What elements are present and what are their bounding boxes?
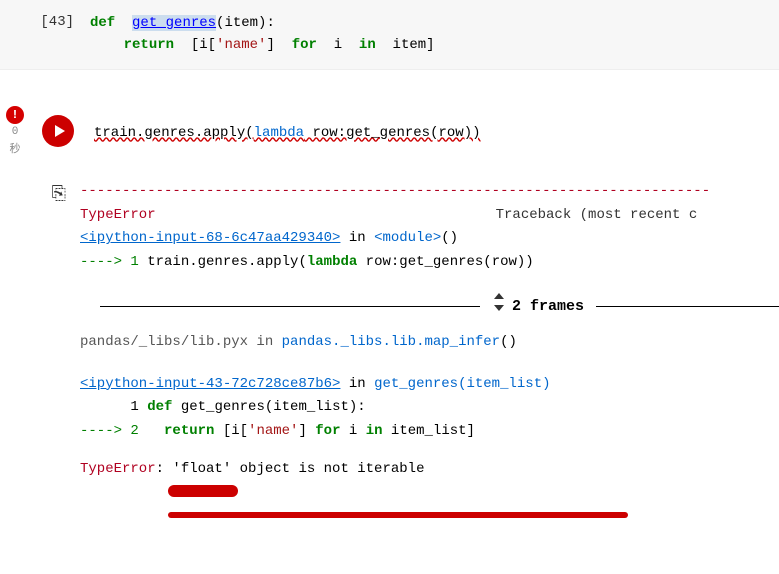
red-marker-icon [168, 485, 238, 497]
keyword-return: return [164, 423, 214, 439]
code-cell: [43] def get_genres(item): return [i['na… [0, 0, 779, 70]
hr-icon [100, 306, 480, 307]
output-gutter: ⎘ [0, 180, 80, 518]
final-error: TypeError: 'float' object is not iterabl… [80, 458, 779, 482]
code-line: def get_genres(item): [90, 12, 779, 34]
error-message: : 'float' object is not iterable [156, 461, 425, 477]
keyword-lambda: lambda [254, 125, 304, 141]
frames-count: 2 frames [512, 294, 584, 320]
error-type: TypeError [80, 207, 156, 223]
traceback-line: pandas/_libs/lib.pyx in pandas._libs.lib… [80, 331, 779, 355]
traceback[interactable]: ----------------------------------------… [80, 180, 779, 518]
code-text: train.genres.apply(lambda row:get_genres… [94, 125, 481, 141]
hr-icon [596, 306, 779, 307]
traceback-line: ----> 2 return [i['name'] for i in item_… [80, 420, 779, 444]
code-text: (item): [216, 15, 275, 31]
keyword-def: def [147, 399, 172, 415]
ipython-link[interactable]: <ipython-input-43-72c728ce87b6> [80, 376, 340, 392]
code-editor[interactable]: def get_genres(item): return [i['name'] … [90, 8, 779, 57]
run-button[interactable] [42, 115, 74, 147]
executing-cell: ! 0 秒 train.genres.apply(lambda row:get_… [0, 106, 779, 156]
code-editor[interactable]: train.genres.apply(lambda row:get_genres… [94, 121, 481, 141]
frames-separator[interactable]: 2 frames [80, 293, 779, 321]
keyword-def: def [90, 15, 115, 31]
function-ref: get_genres(item_list) [374, 376, 550, 392]
traceback-label: Traceback (most recent c [496, 207, 698, 223]
output-icon[interactable]: ⎘ [52, 185, 66, 205]
keyword-return: return [124, 37, 174, 53]
keyword-for: for [315, 423, 340, 439]
keyword-in: in [359, 37, 376, 53]
exec-time-unit: 秒 [0, 140, 30, 156]
error-badge-icon[interactable]: ! [6, 106, 24, 124]
code-line: return [i['name'] for i in item] [90, 34, 779, 56]
ipython-link[interactable]: <ipython-input-68-6c47aa429340> [80, 230, 340, 246]
traceback-line: ----> 1 train.genres.apply(lambda row:ge… [80, 251, 779, 275]
error-arrow: ----> 2 [80, 423, 164, 439]
traceback-header: TypeError Traceback (most recent c [80, 204, 779, 228]
prompt-number: [43] [40, 14, 74, 30]
user-annotation [80, 482, 779, 506]
expand-icon [492, 293, 506, 321]
traceback-line: <ipython-input-68-6c47aa429340> in <modu… [80, 227, 779, 251]
output-area: ⎘ --------------------------------------… [0, 180, 779, 518]
cell-prompt: [43] [0, 8, 90, 30]
error-gutter: ! 0 秒 [0, 106, 30, 156]
error-type: TypeError [80, 461, 156, 477]
keyword-for: for [292, 37, 317, 53]
keyword-lambda: lambda [307, 254, 357, 270]
play-icon [55, 125, 65, 137]
string-literal: 'name' [216, 37, 266, 53]
traceback-divider: ----------------------------------------… [80, 180, 779, 204]
traceback-line: <ipython-input-43-72c728ce87b6> in get_g… [80, 373, 779, 397]
pandas-fn: pandas._libs.lib.map_infer [282, 334, 500, 350]
module-name: <module> [374, 230, 441, 246]
traceback-line: 1 def get_genres(item_list): [80, 396, 779, 420]
string-literal: 'name' [248, 423, 298, 439]
function-name: get_genres [132, 15, 216, 31]
keyword-in: in [366, 423, 383, 439]
error-arrow: ----> 1 [80, 254, 147, 270]
exec-time-sec: 0 [0, 126, 30, 138]
red-underline-icon [168, 512, 628, 518]
